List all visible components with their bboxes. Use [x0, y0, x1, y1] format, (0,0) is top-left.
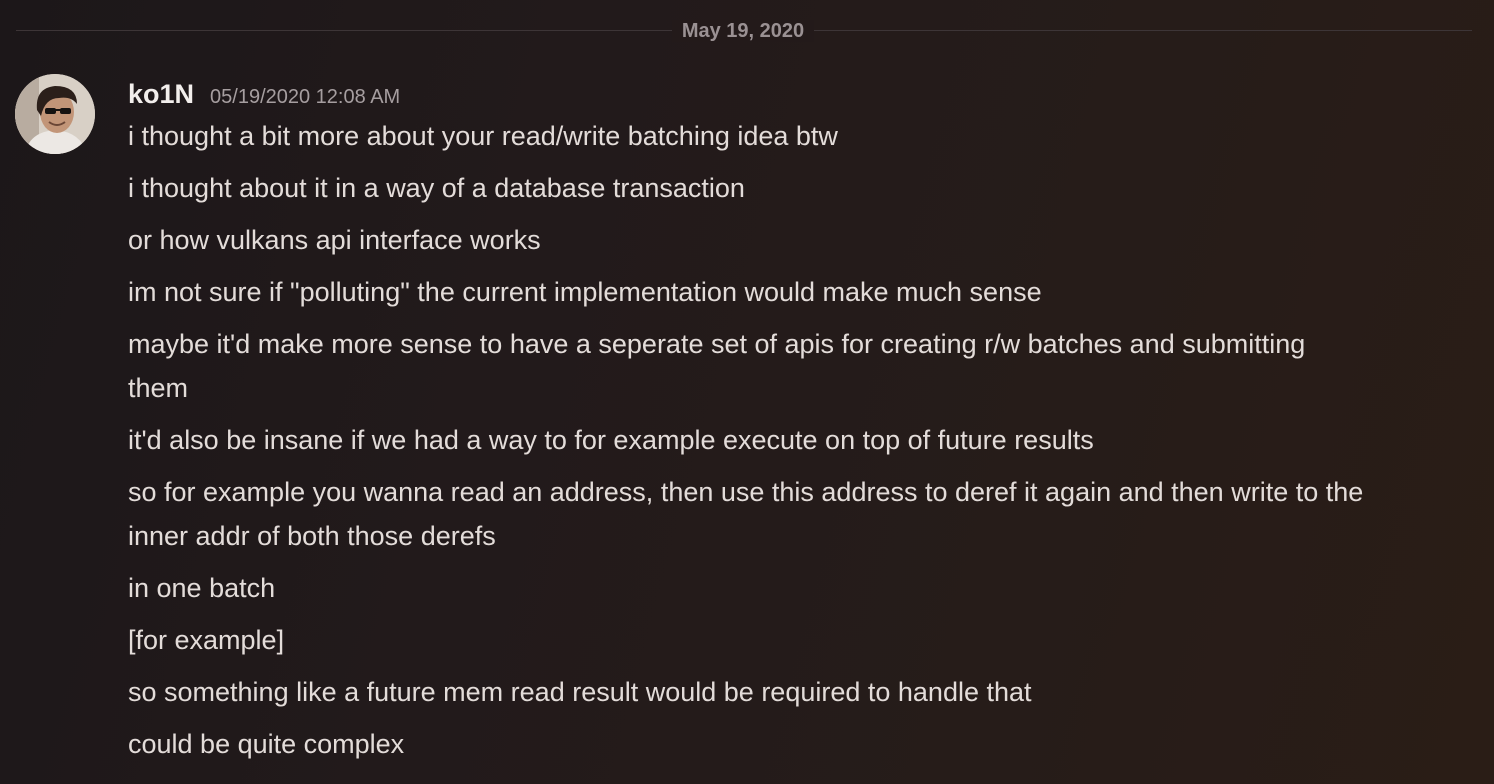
date-divider: May 19, 2020 [0, 17, 1486, 45]
message-line: in one batch [128, 573, 276, 603]
message-line: im not sure if "polluting" the current i… [128, 277, 1042, 307]
message-line: maybe it'd make more sense to have a sep… [128, 329, 1306, 403]
message-line: [for example] [128, 625, 285, 655]
message-timestamp[interactable]: 05/19/2020 12:08 AM [210, 77, 400, 117]
message-line: i thought about it in a way of a databas… [128, 173, 745, 203]
message-line: so something like a future mem read resu… [128, 677, 1032, 707]
user-avatar[interactable] [15, 74, 95, 154]
message-line: i thought a bit more about your read/wri… [128, 121, 838, 151]
avatar-icon [15, 74, 95, 154]
message-lines: i thought a bit more about your read/wri… [128, 114, 1368, 774]
username[interactable]: ko1N [128, 74, 194, 114]
message-line: or how vulkans api interface works [128, 225, 541, 255]
message-header: ko1N 05/19/2020 12:08 AM [128, 74, 400, 114]
date-divider-label: May 19, 2020 [671, 20, 815, 42]
message-line: so for example you wanna read an address… [128, 477, 1364, 551]
message-line: it'd also be insane if we had a way to f… [128, 425, 1094, 455]
message-line: could be quite complex [128, 729, 405, 759]
